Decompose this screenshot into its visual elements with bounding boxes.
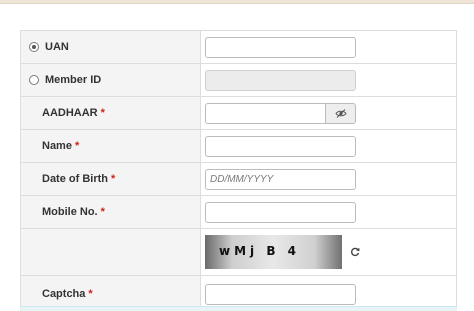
required-asterisk: * (74, 140, 80, 152)
required-asterisk: * (111, 173, 116, 185)
dob-input[interactable] (205, 168, 356, 190)
member-id-label: Member ID (45, 74, 102, 86)
name-input[interactable] (205, 135, 356, 157)
refresh-icon (350, 247, 360, 257)
uan-row: UAN (20, 31, 457, 64)
mobile-label: Mobile No. (42, 206, 98, 218)
aadhaar-row: AADHAAR * (20, 97, 457, 130)
captcha-image-label-cell (20, 229, 201, 275)
required-asterisk: * (88, 288, 93, 300)
name-row: Name * (20, 130, 457, 163)
dob-row: Date of Birth * (20, 163, 457, 196)
uan-option[interactable]: UAN (20, 31, 201, 63)
top-banner-strip (0, 0, 474, 4)
name-label: Name (42, 140, 72, 152)
refresh-captcha-button[interactable] (348, 245, 362, 259)
aadhaar-cell (201, 97, 457, 129)
dob-label: Date of Birth (42, 173, 108, 185)
name-cell (201, 130, 457, 162)
uan-input[interactable] (205, 36, 356, 58)
toggle-visibility-button[interactable] (326, 102, 356, 124)
captcha-input[interactable] (205, 283, 356, 305)
member-search-form: UAN Member ID AADHAAR * Name * Date of B… (20, 30, 457, 311)
captcha-image-cell: wMj B 4 (201, 229, 457, 275)
mobile-input[interactable] (205, 201, 356, 223)
dob-label-cell: Date of Birth * (20, 163, 201, 195)
captcha-label: Captcha (42, 288, 86, 300)
name-label-cell: Name * (20, 130, 201, 162)
form-footer-strip (20, 306, 457, 311)
member-id-cell (201, 64, 457, 96)
captcha-image-row: wMj B 4 (20, 229, 457, 276)
mobile-cell (201, 196, 457, 228)
eye-slash-icon (334, 108, 347, 118)
required-asterisk: * (100, 107, 105, 119)
member-id-input[interactable] (205, 69, 356, 91)
member-id-row: Member ID (20, 64, 457, 97)
uan-radio[interactable] (29, 42, 39, 52)
mobile-label-cell: Mobile No. * (20, 196, 201, 228)
captcha-image-text: wMj B 4 (219, 244, 300, 258)
mobile-row: Mobile No. * (20, 196, 457, 229)
uan-label: UAN (45, 41, 69, 53)
aadhaar-input[interactable] (205, 102, 326, 124)
captcha-image: wMj B 4 (205, 235, 342, 269)
aadhaar-input-group (205, 102, 356, 124)
required-asterisk: * (100, 206, 105, 218)
member-id-radio[interactable] (29, 75, 39, 85)
dob-cell (201, 163, 457, 195)
member-id-option[interactable]: Member ID (20, 64, 201, 96)
uan-cell (201, 31, 457, 63)
aadhaar-label: AADHAAR (42, 107, 98, 119)
aadhaar-label-cell: AADHAAR * (20, 97, 201, 129)
